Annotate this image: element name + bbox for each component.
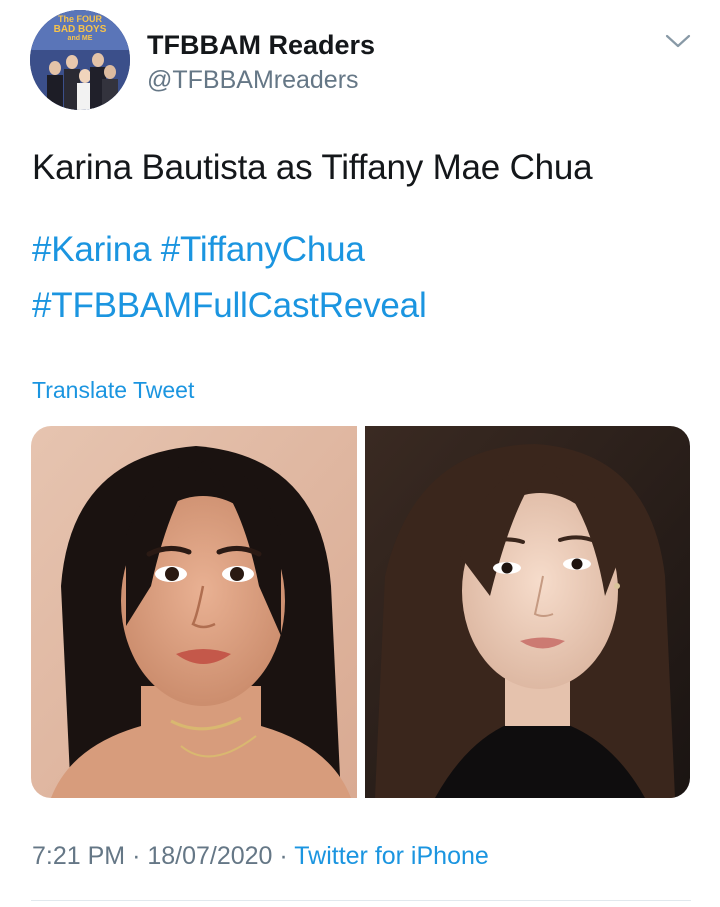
hashtag-list: #Karina #TiffanyChua #TFBBAMFullCastReve… (32, 222, 692, 334)
tweet-text: Karina Bautista as Tiffany Mae Chua (32, 148, 593, 187)
photo-tiffany[interactable] (365, 426, 690, 798)
hashtag-tfbbamfullcastreveal[interactable]: #TFBBAMFullCastReveal (32, 286, 427, 325)
avatar-logo-line2: BAD BOYS (54, 24, 107, 35)
tweet-source[interactable]: Twitter for iPhone (294, 842, 489, 870)
meta-separator: · (279, 842, 288, 870)
avatar[interactable]: The FOUR BAD BOYS and ME (30, 10, 130, 110)
tweet-date[interactable]: 18/07/2020 (147, 842, 272, 870)
hashtag-karina[interactable]: #Karina (32, 230, 151, 269)
divider (31, 900, 691, 901)
user-handle[interactable]: @TFBBAMreaders (147, 66, 359, 95)
media-grid (31, 426, 690, 798)
meta-separator: · (132, 842, 141, 870)
tweet-card: The FOUR BAD BOYS and ME TFBBAM Readers … (0, 0, 720, 907)
avatar-image: The FOUR BAD BOYS and ME (30, 10, 130, 110)
display-name[interactable]: TFBBAM Readers (147, 30, 375, 61)
photo-karina[interactable] (31, 426, 357, 798)
chevron-down-icon[interactable] (664, 30, 692, 52)
avatar-logo-line3: and ME (68, 35, 93, 42)
tweet-time[interactable]: 7:21 PM (32, 842, 125, 870)
hashtag-tiffanychua[interactable]: #TiffanyChua (161, 230, 365, 269)
tweet-meta: 7:21 PM · 18/07/2020 · Twitter for iPhon… (32, 842, 489, 871)
translate-tweet-link[interactable]: Translate Tweet (32, 377, 194, 404)
avatar-logo-line1: The FOUR (58, 14, 102, 24)
